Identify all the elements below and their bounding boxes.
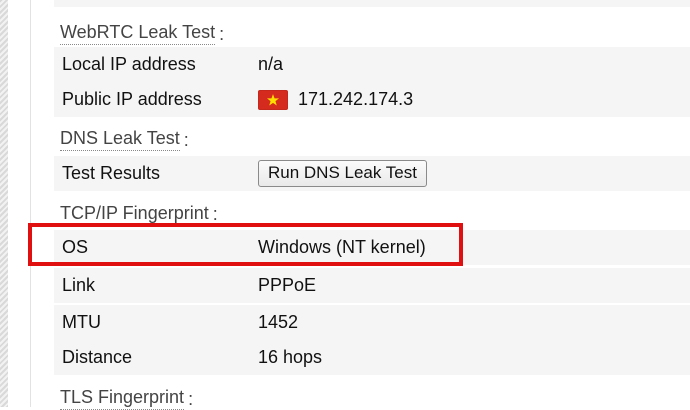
table-row-distance: Distance 16 hops [54, 340, 690, 375]
distance-value: 16 hops [258, 347, 323, 367]
table-row-test-results: Test Results Run DNS Leak Test [54, 156, 690, 191]
page-edge-strip [0, 0, 8, 407]
local-ip-label: Local IP address [62, 54, 196, 74]
webrtc-title[interactable]: WebRTC Leak Test [60, 22, 216, 45]
table-row-link: Link PPPoE [54, 268, 690, 303]
mtu-value: 1452 [258, 312, 299, 332]
public-ip-cell: 171.242.174.3 [252, 89, 413, 110]
vietnam-flag-icon [258, 89, 288, 110]
title-colon: : [219, 24, 225, 44]
local-ip-value: n/a [258, 54, 284, 74]
tcpip-title: TCP/IP Fingerprint [60, 203, 209, 223]
title-colon: : [212, 204, 218, 224]
tcpip-section-title: TCP/IP Fingerprint : [54, 191, 690, 225]
public-ip-value: 171.242.174.3 [298, 89, 414, 109]
divider [30, 0, 31, 407]
table-row-local-ip: Local IP address n/a [54, 47, 690, 82]
tls-section-title: TLS Fingerprint : [54, 375, 690, 410]
dns-section-title: DNS Leak Test : [54, 117, 690, 151]
title-colon: : [183, 130, 189, 150]
test-results-cell: Run DNS Leak Test [252, 160, 427, 187]
public-ip-label: Public IP address [62, 89, 202, 109]
table-row-public-ip: Public IP address 171.242.174.3 [54, 82, 690, 117]
leak-test-panel: WebRTC Leak Test : Local IP address n/a … [54, 0, 690, 410]
previous-row-remnant [54, 0, 690, 7]
link-value: PPPoE [258, 275, 317, 295]
dns-title[interactable]: DNS Leak Test [60, 128, 180, 151]
webrtc-section-title: WebRTC Leak Test : [54, 7, 690, 45]
mtu-label: MTU [62, 312, 101, 332]
highlight-annotation-box [28, 223, 463, 266]
distance-label: Distance [62, 347, 133, 367]
test-results-label: Test Results [62, 163, 161, 183]
link-label: Link [62, 275, 96, 295]
run-dns-leak-test-button[interactable]: Run DNS Leak Test [258, 160, 427, 187]
table-row-mtu: MTU 1452 [54, 305, 690, 340]
page: WebRTC Leak Test : Local IP address n/a … [0, 0, 690, 410]
